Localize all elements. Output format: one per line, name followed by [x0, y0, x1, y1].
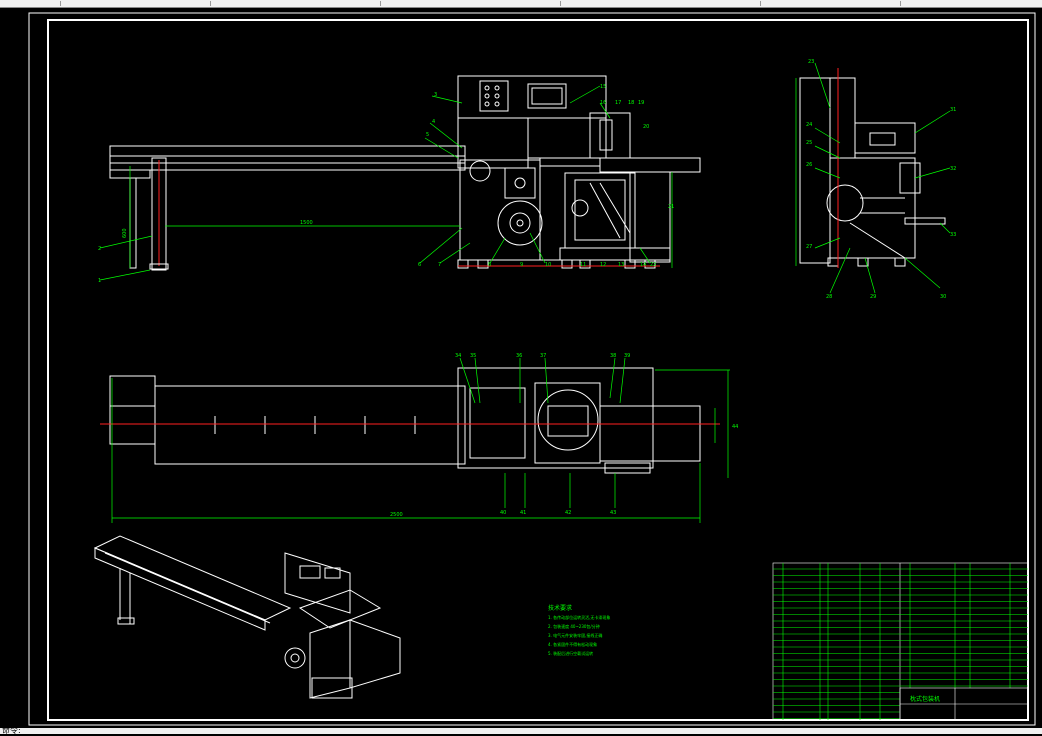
tech-req-line: 3. 电气元件安装牢固,接线正确: [548, 632, 602, 638]
drawing-canvas[interactable]: 1500 600 21 345 678 9 10 11 12 13 14 15 16 17 …: [0, 8, 1042, 728]
svg-text:35: 35: [470, 353, 476, 359]
tech-req-line: 5. 装配后进行空载试运转: [548, 650, 593, 656]
tech-req-line: 1. 各传动部位运转灵活,无卡滞现象: [548, 614, 610, 620]
toolbar-divider: [380, 1, 381, 6]
svg-text:27: 27: [806, 244, 812, 250]
svg-text:28: 28: [826, 294, 832, 300]
svg-text:14: 14: [640, 262, 646, 268]
svg-text:44: 44: [732, 424, 738, 430]
side-view: [799, 68, 946, 268]
toolbar-divider: [210, 1, 211, 6]
svg-text:2: 2: [98, 246, 101, 252]
svg-text:10: 10: [545, 262, 551, 268]
inner-frame: [47, 19, 1029, 721]
outer-border: [28, 12, 1036, 726]
svg-text:13: 13: [618, 262, 624, 268]
dimension-conveyor: 1500: [300, 220, 313, 226]
title-block-name: 枕式包装机: [910, 695, 940, 703]
svg-text:16: 16: [600, 100, 606, 106]
toolbar-divider: [900, 1, 901, 6]
svg-text:25: 25: [806, 140, 812, 146]
svg-text:43: 43: [610, 510, 616, 516]
dimension-height: 600: [122, 228, 128, 238]
svg-text:8: 8: [488, 262, 491, 268]
svg-text:32: 32: [950, 166, 956, 172]
top-dimensions: [111, 357, 730, 523]
svg-text:31: 31: [950, 107, 956, 113]
svg-text:4: 4: [432, 119, 435, 125]
command-prompt: 命令:: [2, 726, 21, 735]
tech-req-list: 1. 各传动部位运转灵活,无卡滞现象 2. 包装速度 40~230包/分钟 3.…: [548, 614, 610, 656]
svg-text:36: 36: [516, 353, 522, 359]
svg-text:34: 34: [455, 353, 461, 359]
svg-text:19: 19: [638, 100, 644, 106]
toolbar-divider: [760, 1, 761, 6]
isometric-view: [93, 535, 401, 699]
svg-text:40: 40: [500, 510, 506, 516]
svg-text:21: 21: [668, 204, 674, 210]
svg-text:17: 17: [615, 100, 621, 106]
front-callouts: 21 345 678 9 10 11 12 13 14 1516 17 18 1920 21…: [98, 84, 674, 284]
svg-text:18: 18: [628, 100, 634, 106]
front-view: [109, 75, 701, 271]
cad-drawing[interactable]: 1500 600 21 345 678 9 10 11 12 13 14 1516 17 …: [0, 8, 1042, 728]
toolbar-divider: [560, 1, 561, 6]
dimension-overall-length: 2500: [390, 512, 403, 518]
svg-text:1: 1: [98, 278, 101, 284]
menu-toolbar: [0, 0, 1042, 8]
svg-text:26: 26: [806, 162, 812, 168]
svg-text:33: 33: [950, 232, 956, 238]
command-line[interactable]: 命令:: [0, 726, 1042, 735]
svg-text:5: 5: [426, 132, 429, 138]
bom-table: [772, 562, 1029, 721]
svg-text:42: 42: [565, 510, 571, 516]
svg-text:23: 23: [808, 59, 814, 65]
svg-text:6: 6: [418, 262, 421, 268]
svg-text:22: 22: [650, 262, 656, 268]
svg-text:9: 9: [520, 262, 523, 268]
tech-req-line: 2. 包装速度 40~230包/分钟: [548, 623, 600, 629]
svg-text:24: 24: [806, 122, 812, 128]
svg-text:39: 39: [624, 353, 630, 359]
top-view: [100, 367, 720, 474]
toolbar-divider: [60, 1, 61, 6]
side-callouts: 23 24 25 26 27 28 29 30 31 32 33: [806, 59, 956, 300]
tech-req-title: 技术要求: [548, 604, 572, 612]
svg-text:11: 11: [580, 262, 586, 268]
svg-text:29: 29: [870, 294, 876, 300]
tech-req-line: 4. 各紧固件不得有松动现象: [548, 641, 597, 647]
svg-text:3: 3: [434, 92, 437, 98]
front-dimensions: [99, 85, 673, 281]
svg-text:30: 30: [940, 294, 946, 300]
svg-text:41: 41: [520, 510, 526, 516]
svg-text:12: 12: [600, 262, 606, 268]
svg-text:37: 37: [540, 353, 546, 359]
svg-text:7: 7: [438, 262, 441, 268]
svg-text:15: 15: [600, 84, 606, 90]
svg-text:38: 38: [610, 353, 616, 359]
svg-text:20: 20: [643, 124, 649, 130]
top-callouts: 34 35 36 37 38 39 40 41 42 43 44: [455, 353, 738, 516]
